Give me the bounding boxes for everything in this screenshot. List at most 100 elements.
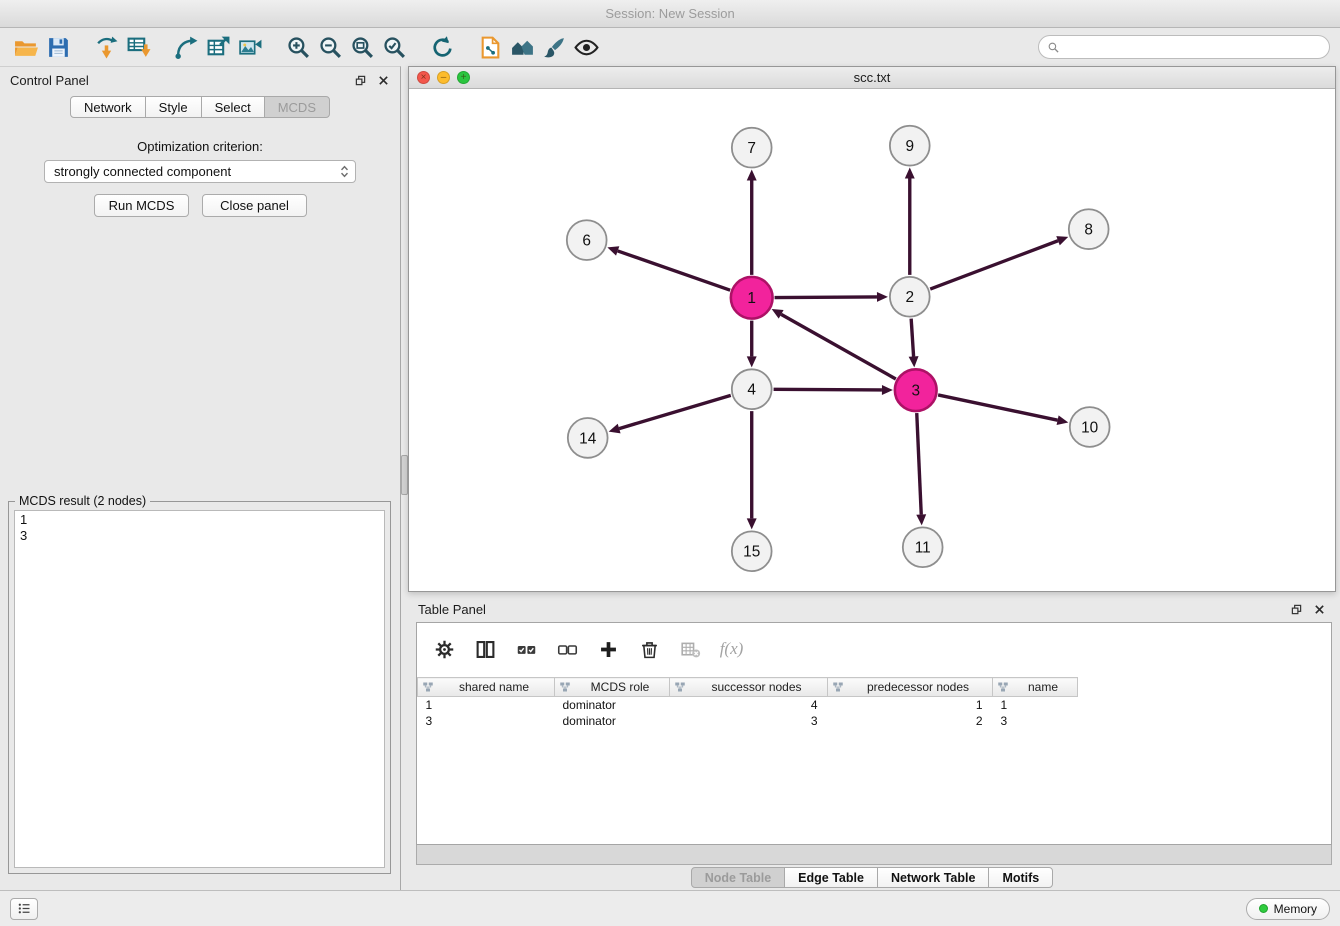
graph-node-6[interactable]: 6 [567,220,607,260]
graph-edge-3-1[interactable] [781,314,896,379]
graph-edge-arrowhead [1056,236,1068,245]
table-row[interactable]: 3dominator323 [418,713,1078,729]
task-list-button[interactable] [10,898,38,920]
columns-button[interactable] [472,636,499,663]
save-button[interactable] [42,31,74,63]
tab-node-table[interactable]: Node Table [691,867,785,888]
import-table-button[interactable] [122,31,154,63]
network-file-button[interactable] [474,31,506,63]
column-header-mcds-role[interactable]: MCDS role [555,678,670,697]
import-network-button[interactable] [90,31,122,63]
columns-icon [475,639,496,660]
paint-button[interactable] [538,31,570,63]
add-button[interactable] [595,636,622,663]
select-all-button[interactable] [513,636,540,663]
graph-node-14[interactable]: 14 [568,418,608,458]
export-table-button[interactable] [202,31,234,63]
graph-edge-2-8[interactable] [930,241,1058,289]
column-header-successor-nodes[interactable]: successor nodes [670,678,828,697]
sort-icon [832,681,844,693]
network-file-icon [478,35,503,60]
graph-node-7[interactable]: 7 [732,128,772,168]
graph-node-11[interactable]: 11 [903,527,943,567]
table-horizontal-scrollbar[interactable] [416,845,1332,865]
svg-text:11: 11 [915,540,931,557]
graph-edge-arrowhead [882,385,893,395]
tab-motifs[interactable]: Motifs [988,867,1053,888]
table-cell: 1 [993,697,1078,713]
toolbar-separator [458,47,474,48]
zoom-traffic-light[interactable]: + [457,71,470,84]
traffic-lights: × – + [417,71,470,84]
close-panel-action-button[interactable]: Close panel [202,194,307,217]
gear-button[interactable] [431,636,458,663]
graph-edge-2-3[interactable] [911,319,913,357]
zoom-out-button[interactable] [314,31,346,63]
panel-splitter-handle[interactable] [401,455,408,495]
column-header-predecessor-nodes[interactable]: predecessor nodes [828,678,993,697]
optimization-criterion-label: Optimization criterion: [0,139,400,154]
graph-edge-3-10[interactable] [938,395,1057,420]
run-mcds-button[interactable]: Run MCDS [94,194,189,217]
graph-node-10[interactable]: 10 [1070,407,1110,447]
criterion-select[interactable]: strongly connected component [44,160,356,183]
graph-edge-3-11[interactable] [917,413,921,514]
table-row[interactable]: 1dominator411 [418,697,1078,713]
float-panel-button[interactable] [353,73,367,87]
svg-text:4: 4 [747,382,756,399]
eye-button[interactable] [570,31,602,63]
table-cell: 1 [828,697,993,713]
minimize-traffic-light[interactable]: – [437,71,450,84]
zoom-fit-button[interactable] [346,31,378,63]
tab-style[interactable]: Style [145,96,202,118]
graph-node-4[interactable]: 4 [732,369,772,409]
open-folder-icon [14,35,39,60]
main-toolbar [0,29,1340,65]
table-cell: 2 [828,713,993,729]
close-traffic-light[interactable]: × [417,71,430,84]
graph-edge-4-3[interactable] [774,389,882,390]
graph-node-8[interactable]: 8 [1069,209,1109,249]
table-cell: dominator [555,697,670,713]
table-tabs: Node TableEdge TableNetwork TableMotifs [408,867,1336,888]
graph-node-1[interactable]: 1 [731,277,773,319]
search-box[interactable] [1038,35,1330,59]
close-table-panel-button[interactable] [1312,602,1326,616]
network-canvas-area: 7 9 6 8 1 2 4 3 14 10 15 11 [410,90,1334,590]
trash-button[interactable] [636,636,663,663]
refresh-button[interactable] [426,31,458,63]
tab-edge-table[interactable]: Edge Table [784,867,878,888]
network-canvas[interactable]: 7 9 6 8 1 2 4 3 14 10 15 11 [410,90,1334,590]
search-input[interactable] [1065,40,1321,55]
graph-edge-4-14[interactable] [619,395,731,428]
export-table-icon [206,35,231,60]
memory-button[interactable]: Memory [1246,898,1330,920]
share-network-button[interactable] [170,31,202,63]
export-image-button[interactable] [234,31,266,63]
tab-network-table[interactable]: Network Table [877,867,990,888]
column-header-shared-name[interactable]: shared name [418,678,555,697]
graph-node-2[interactable]: 2 [890,277,930,317]
close-panel-button[interactable] [376,73,390,87]
graph-node-9[interactable]: 9 [890,126,930,166]
zoom-fit-icon [350,35,375,60]
application-window: Session: New Session Control Panel Netwo… [0,0,1340,926]
zoom-selected-button[interactable] [378,31,410,63]
graph-edge-1-2[interactable] [775,297,877,298]
graph-node-3[interactable]: 3 [895,369,937,411]
float-table-panel-button[interactable] [1289,602,1303,616]
tab-mcds[interactable]: MCDS [264,96,330,118]
open-folder-button[interactable] [10,31,42,63]
save-icon [46,35,71,60]
zoom-in-button[interactable] [282,31,314,63]
tab-select[interactable]: Select [201,96,265,118]
tab-network[interactable]: Network [70,96,146,118]
toolbar-separator [74,47,90,48]
deselect-all-button[interactable] [554,636,581,663]
graph-edge-1-6[interactable] [618,251,730,290]
graph-node-15[interactable]: 15 [732,531,772,571]
home-button[interactable] [506,31,538,63]
column-header-name[interactable]: name [993,678,1078,697]
close-icon [378,75,389,86]
graph-edge-arrowhead [909,356,919,367]
